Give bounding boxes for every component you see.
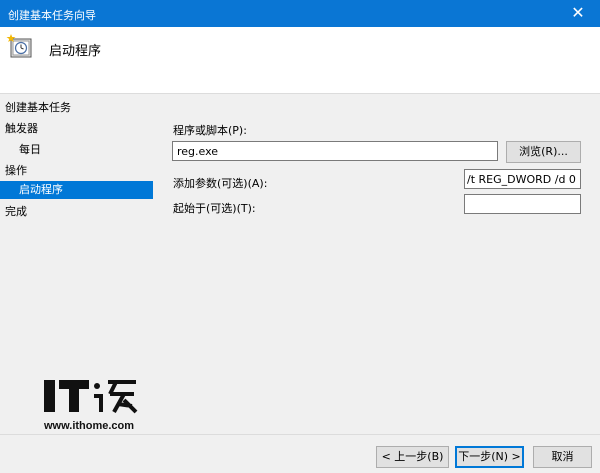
browse-button[interactable]: 浏览(R)... [506, 141, 581, 163]
step-create-basic-task[interactable]: 创建基本任务 [0, 99, 153, 117]
close-icon[interactable]: ✕ [556, 0, 600, 27]
scheduled-task-clock-icon [6, 34, 32, 58]
page-heading: 启动程序 [49, 44, 102, 59]
footer-divider [0, 434, 600, 435]
args-input[interactable] [464, 169, 581, 189]
args-label: 添加参数(可选)(A): [173, 177, 268, 190]
start-in-input[interactable] [464, 194, 581, 214]
ithome-watermark: www.ithome.com [44, 376, 144, 432]
cancel-button[interactable]: 取消 [533, 446, 592, 468]
step-action[interactable]: 操作 [0, 162, 153, 180]
step-trigger[interactable]: 触发器 [0, 120, 153, 138]
step-finish[interactable]: 完成 [0, 203, 153, 221]
start-in-label: 起始于(可选)(T): [173, 202, 256, 215]
step-daily[interactable]: 每日 [0, 141, 153, 159]
watermark-url: www.ithome.com [44, 420, 135, 432]
program-label: 程序或脚本(P): [173, 124, 247, 137]
title-bar: 创建基本任务向导 ✕ [0, 0, 600, 27]
next-button[interactable]: 下一步(N) > [455, 446, 524, 468]
back-button[interactable]: < 上一步(B) [376, 446, 449, 468]
program-input[interactable] [172, 141, 498, 161]
step-start-program[interactable]: 启动程序 [0, 181, 153, 199]
window-title: 创建基本任务向导 [8, 9, 96, 22]
wizard-header: 启动程序 [0, 27, 600, 94]
ithome-logo-icon [44, 380, 138, 414]
